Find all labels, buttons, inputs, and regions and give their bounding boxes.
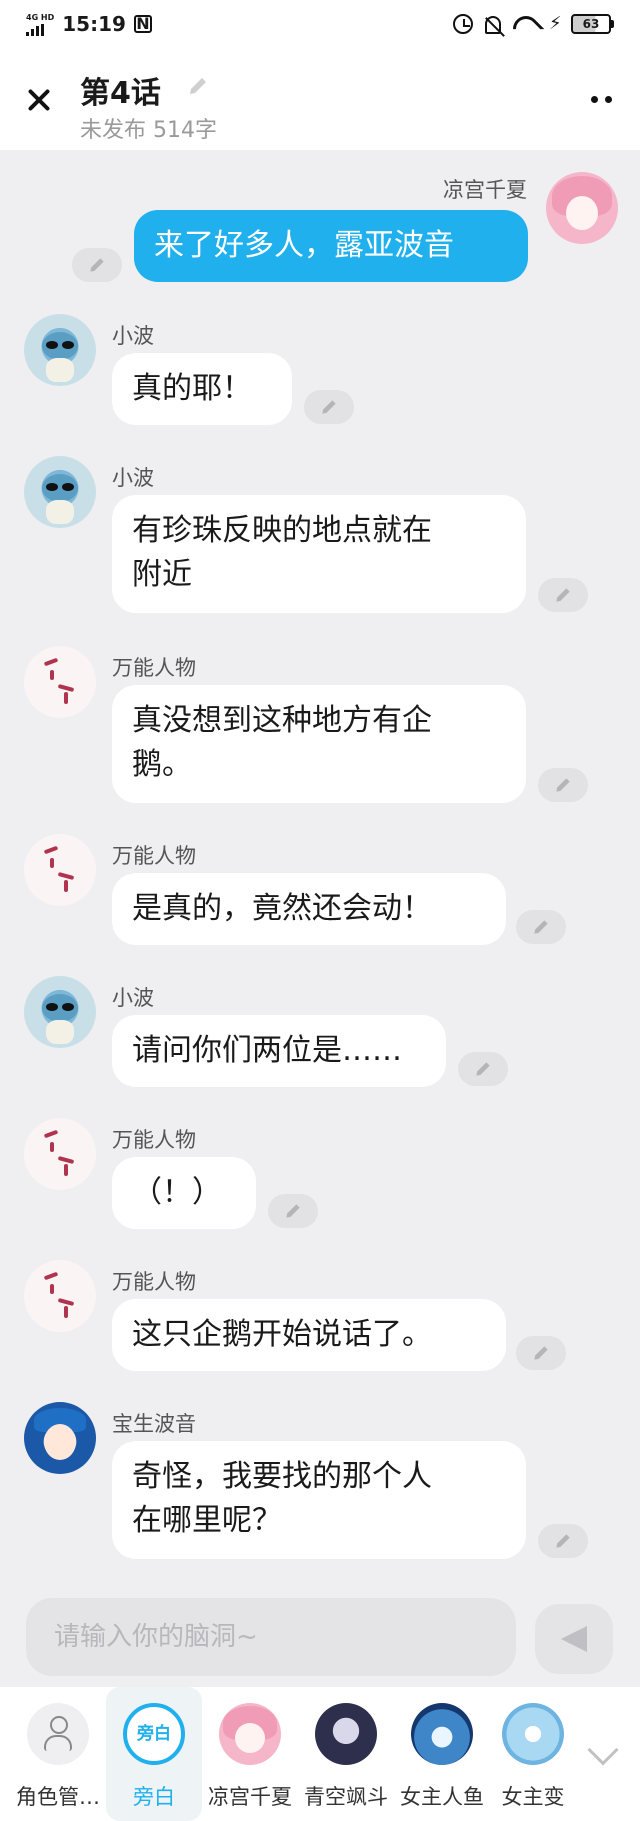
speaker-name: 小波 <box>112 986 154 1010</box>
role-label: 旁白 <box>133 1785 175 1809</box>
send-icon[interactable] <box>535 1604 613 1674</box>
episode-status: 未发布 514字 <box>80 118 217 143</box>
speaker-name: 万能人物 <box>112 1270 196 1294</box>
avatar[interactable] <box>24 1118 96 1190</box>
battery-icon: 63 <box>571 14 614 34</box>
wifi-icon <box>513 14 537 34</box>
message-bubble[interactable]: 请问你们两位是…… <box>112 1015 446 1087</box>
edit-message-button[interactable] <box>268 1194 318 1228</box>
message-bubble[interactable]: （！） <box>112 1157 256 1229</box>
pencil-icon <box>556 778 570 792</box>
message-bubble[interactable]: 真的耶！ <box>112 353 292 425</box>
narrator-icon: 旁白 <box>123 1703 185 1765</box>
chevron-down-icon[interactable] <box>587 1734 619 1766</box>
avatar <box>502 1703 564 1765</box>
role-label: 角色管… <box>16 1785 100 1809</box>
avatar[interactable] <box>24 314 96 386</box>
message-bubble[interactable]: 来了好多人，露亚波音 <box>134 210 528 282</box>
role-label: 凉宫千夏 <box>208 1785 292 1809</box>
notification-icon: N <box>133 15 152 33</box>
signal-icon <box>26 23 54 36</box>
mute-bell-icon <box>485 15 501 34</box>
speaker-name: 万能人物 <box>112 1128 196 1152</box>
role-liangong-qianxia[interactable]: 凉宫千夏 <box>202 1687 298 1821</box>
role-female-transform[interactable]: 女主变 <box>490 1687 576 1821</box>
role-label: 女主人鱼 <box>400 1785 484 1809</box>
speaker-name: 万能人物 <box>112 656 196 680</box>
avatar[interactable] <box>24 834 96 906</box>
clock: 15:19 <box>62 12 126 36</box>
role-label: 女主变 <box>501 1785 565 1809</box>
edit-message-button[interactable] <box>516 910 566 944</box>
avatar[interactable] <box>546 172 618 244</box>
status-bar: 4G HD 15:19 N ⚡ 63 <box>0 0 640 50</box>
edit-title-pencil-icon[interactable] <box>186 74 210 98</box>
more-icon[interactable] <box>591 96 612 103</box>
avatar[interactable] <box>24 646 96 718</box>
pencil-icon <box>476 1062 490 1076</box>
avatar <box>411 1703 473 1765</box>
edit-message-button[interactable] <box>538 768 588 802</box>
pencil-icon <box>90 258 104 272</box>
role-label: 青空飒斗 <box>304 1785 388 1809</box>
speaker-name: 万能人物 <box>112 844 196 868</box>
avatar <box>219 1703 281 1765</box>
role-selector-bar: 角色管… 旁白 旁白 凉宫千夏 青空飒斗 女主人鱼 女主变 <box>0 1687 640 1821</box>
role-female-mermaid[interactable]: 女主人鱼 <box>394 1687 490 1821</box>
pencil-icon <box>534 920 548 934</box>
close-icon[interactable] <box>22 83 56 117</box>
role-qingkong-sadou[interactable]: 青空飒斗 <box>298 1687 394 1821</box>
message-bubble[interactable]: 奇怪，我要找的那个人 在哪里呢？ <box>112 1441 526 1559</box>
input-bar: 请输入你的脑洞~ <box>0 1580 640 1687</box>
header: 第4话 未发布 514字 <box>0 50 640 150</box>
edit-message-button[interactable] <box>538 1524 588 1558</box>
avatar[interactable] <box>24 1402 96 1474</box>
message-bubble[interactable]: 真没想到这种地方有企 鹅。 <box>112 685 526 803</box>
episode-title: 第4话 <box>80 76 161 111</box>
speaker-name: 宝生波音 <box>112 1412 196 1436</box>
network-indicator: 4G HD <box>26 13 54 36</box>
edit-message-button[interactable] <box>538 578 588 612</box>
message-input[interactable]: 请输入你的脑洞~ <box>26 1598 516 1676</box>
role-manage-button[interactable]: 角色管… <box>10 1687 106 1821</box>
role-manage-icon <box>27 1703 89 1765</box>
speaker-name: 小波 <box>112 466 154 490</box>
pencil-icon <box>556 1534 570 1548</box>
charging-icon: ⚡ <box>549 13 562 34</box>
speaker-name: 小波 <box>112 324 154 348</box>
edit-message-button[interactable] <box>304 390 354 424</box>
avatar[interactable] <box>24 456 96 528</box>
battery-level: 63 <box>571 14 611 34</box>
pencil-icon <box>534 1346 548 1360</box>
speaker-name: 凉宫千夏 <box>443 178 527 202</box>
message-bubble[interactable]: 有珍珠反映的地点就在 附近 <box>112 495 526 613</box>
avatar[interactable] <box>24 1260 96 1332</box>
role-narrator[interactable]: 旁白 旁白 <box>106 1687 202 1821</box>
edit-message-button[interactable] <box>516 1336 566 1370</box>
edit-message-button[interactable] <box>458 1052 508 1086</box>
pencil-icon <box>556 588 570 602</box>
message-bubble[interactable]: 这只企鹅开始说话了。 <box>112 1299 506 1371</box>
pencil-icon <box>322 400 336 414</box>
chat-area: 凉宫千夏 来了好多人，露亚波音 小波 真的耶！ 小波 有珍珠反映的地点就在 附近 <box>0 150 640 1580</box>
alarm-icon <box>453 14 473 34</box>
avatar[interactable] <box>24 976 96 1048</box>
edit-message-button[interactable] <box>72 248 122 282</box>
pencil-icon <box>286 1204 300 1218</box>
avatar <box>315 1703 377 1765</box>
message-bubble[interactable]: 是真的，竟然还会动！ <box>112 873 506 945</box>
